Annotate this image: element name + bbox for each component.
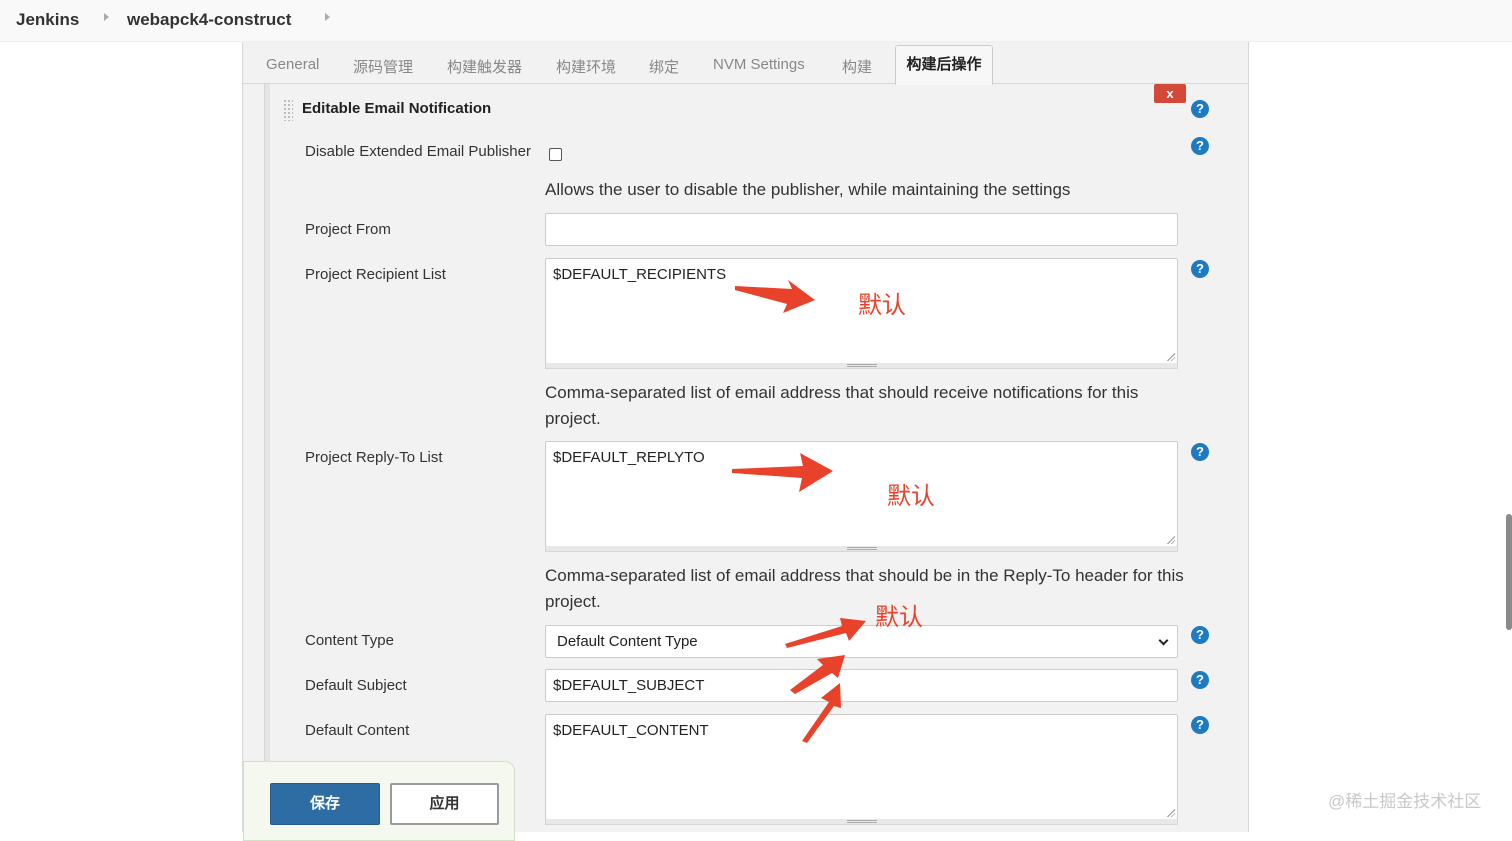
default-subject-label: Default Subject — [305, 677, 407, 694]
reply-to-list-label: Project Reply-To List — [305, 449, 443, 466]
watermark: @稀土掘金技术社区 — [1328, 792, 1482, 811]
breadcrumb-job-link[interactable]: webapck4-construct — [127, 10, 291, 30]
config-tab-bar: General 源码管理 构建触发器 构建环境 绑定 NVM Settings … — [243, 42, 1248, 85]
chevron-right-icon[interactable] — [325, 13, 330, 21]
tab-build[interactable]: 构建 — [842, 56, 872, 77]
disable-publisher-checkbox[interactable] — [549, 148, 562, 161]
breadcrumb-jenkins-link[interactable]: Jenkins — [16, 10, 79, 30]
default-content-label: Default Content — [305, 722, 410, 739]
annotation-default-label: 默认 — [887, 482, 935, 510]
project-from-input[interactable] — [545, 213, 1178, 246]
page-scrollbar[interactable] — [1506, 514, 1512, 630]
reply-to-list-value: $DEFAULT_REPLYTO — [553, 449, 705, 466]
tab-bindings[interactable]: 绑定 — [649, 56, 679, 77]
default-content-value: $DEFAULT_CONTENT — [553, 722, 709, 739]
content-type-label: Content Type — [305, 632, 394, 649]
delete-section-button[interactable]: x — [1154, 84, 1186, 103]
textarea-resize-bar[interactable] — [545, 819, 1178, 825]
recipient-list-description: Comma-separated list of email address th… — [545, 383, 1139, 428]
help-icon[interactable]: ? — [1191, 260, 1209, 278]
chevron-right-icon — [104, 13, 109, 21]
default-subject-input[interactable]: $DEFAULT_SUBJECT — [545, 669, 1178, 702]
help-icon[interactable]: ? — [1191, 443, 1209, 461]
help-icon[interactable]: ? — [1191, 137, 1209, 155]
disable-publisher-description: Allows the user to disable the publisher… — [545, 180, 1071, 199]
help-icon[interactable]: ? — [1191, 671, 1209, 689]
tab-nvm-settings[interactable]: NVM Settings — [713, 56, 805, 73]
reply-to-list-textarea[interactable]: $DEFAULT_REPLYTO — [545, 441, 1178, 547]
disable-publisher-label: Disable Extended Email Publisher — [305, 143, 531, 160]
resize-handle-icon[interactable] — [1167, 353, 1175, 361]
section-left-rail — [264, 84, 270, 832]
drag-handle-icon[interactable] — [283, 99, 293, 121]
recipient-list-value: $DEFAULT_RECIPIENTS — [553, 266, 727, 283]
chevron-down-icon — [1158, 635, 1169, 646]
resize-handle-icon[interactable] — [1167, 809, 1175, 817]
textarea-resize-bar[interactable] — [545, 546, 1178, 552]
section-title: Editable Email Notification — [302, 100, 492, 117]
tab-scm[interactable]: 源码管理 — [353, 56, 413, 77]
tab-build-triggers[interactable]: 构建触发器 — [447, 56, 522, 77]
help-icon[interactable]: ? — [1191, 100, 1209, 118]
save-button[interactable]: 保存 — [270, 783, 380, 825]
tab-general[interactable]: General — [266, 56, 319, 73]
breadcrumb: Jenkins webapck4-construct — [0, 0, 1512, 42]
recipient-list-label: Project Recipient List — [305, 266, 446, 283]
tab-build-environment[interactable]: 构建环境 — [556, 56, 616, 77]
help-icon[interactable]: ? — [1191, 626, 1209, 644]
apply-button[interactable]: 应用 — [390, 783, 499, 825]
project-from-label: Project From — [305, 221, 391, 238]
resize-handle-icon[interactable] — [1167, 536, 1175, 544]
tab-post-build-actions[interactable]: 构建后操作 — [895, 45, 993, 85]
help-icon[interactable]: ? — [1191, 716, 1209, 734]
annotation-default-label: 默认 — [875, 603, 923, 631]
textarea-resize-bar[interactable] — [545, 363, 1178, 369]
content-type-select[interactable]: Default Content Type — [545, 625, 1178, 658]
content-type-selected-value: Default Content Type — [557, 633, 698, 650]
annotation-default-label: 默认 — [858, 291, 906, 319]
default-content-textarea[interactable]: $DEFAULT_CONTENT — [545, 714, 1178, 820]
reply-to-list-description: Comma-separated list of email address th… — [545, 566, 1184, 611]
